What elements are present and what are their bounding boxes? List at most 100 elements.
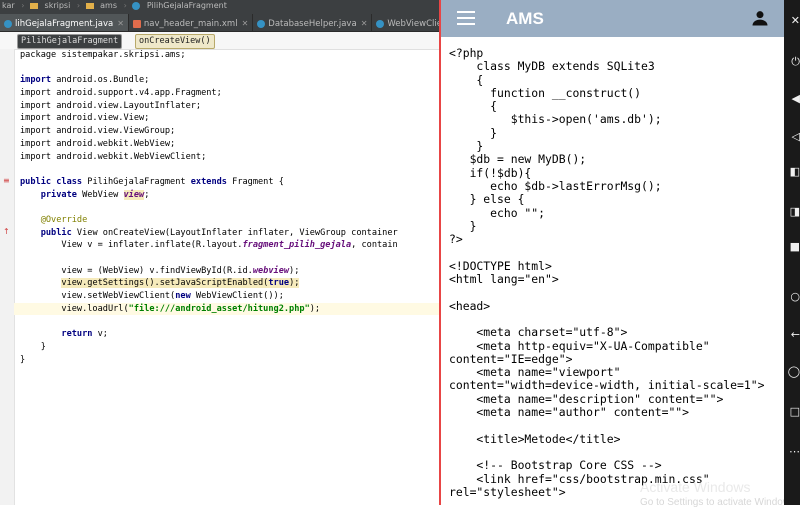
code-line: } <box>20 341 46 352</box>
resource-name: webview <box>252 265 290 276</box>
code-text-warning: view.getSettings().setJavaScriptEnabled(… <box>61 278 300 289</box>
code-text: ; <box>144 189 150 200</box>
override-marker-icon[interactable]: ≡ <box>3 176 10 185</box>
emulator-screen[interactable]: AMS <?php class MyDB extends SQLite3 { f… <box>439 0 786 505</box>
tab-label: nav_header_main.xml <box>143 19 238 29</box>
code-line: return v; <box>20 328 440 341</box>
close-icon[interactable]: ✕ <box>361 19 368 28</box>
code-line: } <box>20 354 26 365</box>
code-text: android.os.Bundle; <box>51 75 150 86</box>
rotate-icon[interactable]: ◧ <box>784 165 800 179</box>
tab-nav-header-main[interactable]: nav_header_main.xml ✕ <box>129 14 254 31</box>
emulator-control-bar: ✕ ⏻ ◀ ◁ ◧ ◨ ■ ○ ← ◯ □ ⋯ <box>784 0 800 505</box>
code-line: import android.webkit.WebView; <box>20 138 176 149</box>
structure-chip-class[interactable]: PilihGejalaFragment <box>17 34 123 49</box>
code-line: import android.view.ViewGroup; <box>20 126 176 137</box>
code-text: ); <box>289 265 300 276</box>
code-line: public class PilihGejalaFragment extends… <box>20 176 440 189</box>
code-area[interactable]: package sistempakar.skripsi.ams; import … <box>14 49 440 366</box>
zoom-icon[interactable]: ○ <box>784 290 800 304</box>
tab-pilih-gejala-fragment[interactable]: lihGejalaFragment.java ✕ <box>0 14 129 31</box>
keyword: new <box>175 291 191 302</box>
webview-content[interactable]: <?php class MyDB extends SQLite3 { funct… <box>441 37 786 505</box>
class-icon <box>376 19 385 28</box>
code-line: import android.webkit.WebViewClient; <box>20 151 207 162</box>
user-account-icon[interactable] <box>750 8 770 28</box>
class-icon <box>4 19 12 28</box>
code-line: import android.view.LayoutInflater; <box>20 100 202 111</box>
breadcrumb: kar › skripsi › ams › PilihGejalaFragmen… <box>0 0 440 11</box>
folder-icon <box>29 2 38 9</box>
home-icon[interactable]: ◯ <box>784 365 800 379</box>
code-text: view.loadUrl( <box>20 303 129 314</box>
code-line: view.getSettings().setJavaScriptEnabled(… <box>20 277 440 290</box>
code-line: View v = inflater.inflate(R.layout.fragm… <box>20 239 440 252</box>
screenshot-icon[interactable]: ■ <box>784 240 800 254</box>
code-line: import android.view.View; <box>20 113 150 124</box>
structure-breadcrumb-bar: PilihGejalaFragment onCreateView() <box>0 32 440 50</box>
code-text: ); <box>309 303 321 314</box>
volume-down-icon[interactable]: ◁ <box>784 130 800 144</box>
field-name: view <box>123 189 145 200</box>
tab-label: lihGejalaFragment.java <box>15 19 114 29</box>
breadcrumb-item-project[interactable]: kar <box>0 0 18 11</box>
app-title: AMS <box>506 9 544 28</box>
implements-marker-icon[interactable]: ↑ <box>3 227 10 236</box>
class-icon <box>257 19 266 28</box>
code-text: view = (WebView) v.findViewById(R.id. <box>20 265 253 276</box>
code-text: view.setWebViewClient( <box>20 291 176 302</box>
keyword: public <box>20 227 72 238</box>
code-text: , contain <box>351 240 398 251</box>
tab-label: DatabaseHelper.java <box>268 19 357 29</box>
code-editor-window: kar › skripsi › ams › PilihGejalaFragmen… <box>0 0 440 505</box>
breadcrumb-item-class[interactable]: PilihGejalaFragment <box>145 0 230 11</box>
code-line: view.setWebViewClient(new WebViewClient(… <box>20 290 440 303</box>
code-line: private WebView view; <box>20 189 440 202</box>
keyword: import <box>20 75 52 86</box>
breadcrumb-separator: › <box>21 1 25 10</box>
breadcrumb-separator: › <box>123 1 127 10</box>
power-icon[interactable]: ⏻ <box>784 55 800 69</box>
breadcrumb-item-ams[interactable]: ams <box>98 0 120 11</box>
code-line: public View onCreateView(LayoutInflater … <box>20 227 440 240</box>
resource-name: fragment_pilih_gejala <box>242 240 352 251</box>
close-icon[interactable]: ✕ <box>117 19 124 28</box>
rotate-right-icon[interactable]: ◨ <box>784 205 800 219</box>
close-icon[interactable]: ✕ <box>242 19 249 28</box>
code-line-current: view.loadUrl("file:///android_asset/hitu… <box>14 302 440 316</box>
code-line-annotation: @Override <box>20 214 88 225</box>
breadcrumb-separator: › <box>76 1 81 10</box>
code-text: View onCreateView(LayoutInflater inflate… <box>71 227 398 238</box>
editor-gutter[interactable]: ≡ ↑ <box>0 49 15 505</box>
breadcrumb-item-skripsi[interactable]: skripsi <box>43 0 74 11</box>
xml-file-icon <box>132 19 141 28</box>
overview-icon[interactable]: □ <box>784 405 800 419</box>
more-icon[interactable]: ⋯ <box>784 445 800 459</box>
code-text: PilihGejalaFragment <box>82 176 191 187</box>
code-text: View v = inflater.inflate(R.layout. <box>20 240 243 251</box>
keyword: extends <box>190 176 227 187</box>
editor-tab-bar: lihGejalaFragment.java ✕ nav_header_main.… <box>0 11 440 32</box>
app-toolbar: AMS <box>441 0 786 37</box>
back-icon[interactable]: ← <box>784 328 800 342</box>
string-literal: "file:///android_asset/hitung2.php" <box>128 303 310 314</box>
tab-database-helper[interactable]: DatabaseHelper.java ✕ <box>253 14 373 31</box>
keyword: return <box>20 329 93 340</box>
code-text: v; <box>92 329 108 340</box>
structure-chip-method[interactable]: onCreateView() <box>135 34 215 49</box>
keyword: true <box>268 278 290 289</box>
keyword: public class <box>20 176 83 187</box>
hamburger-menu-icon[interactable] <box>457 11 475 25</box>
tab-label: WebViewClient.java <box>387 19 440 29</box>
keyword: private <box>20 189 77 200</box>
volume-up-icon[interactable]: ◀ <box>784 92 800 106</box>
close-emulator-icon[interactable]: ✕ <box>784 14 800 28</box>
code-line: package sistempakar.skripsi.ams; <box>20 50 186 60</box>
tab-webview-client[interactable]: WebViewClient.java✕ <box>372 14 440 31</box>
code-text: view.getSettings().setJavaScriptEnabled( <box>61 278 269 289</box>
code-text: WebViewClient()); <box>190 291 284 302</box>
